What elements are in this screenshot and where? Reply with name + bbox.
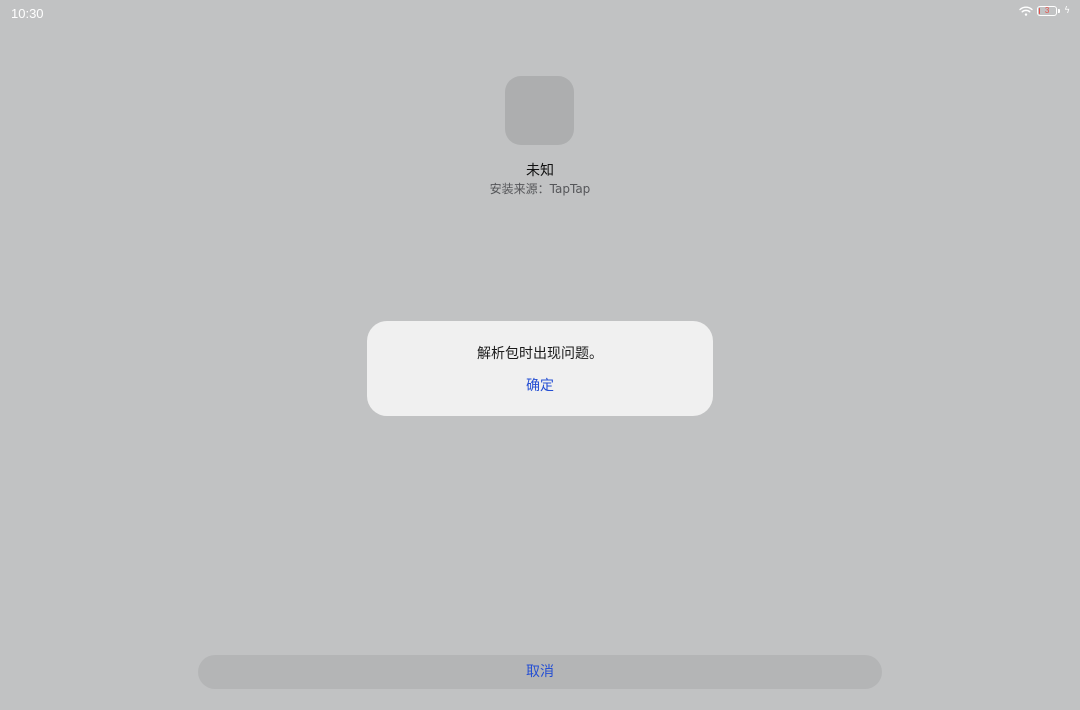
- status-icons: 3 ϟ: [1019, 6, 1070, 16]
- confirm-button[interactable]: 确定: [500, 374, 580, 398]
- charging-icon: ϟ: [1064, 6, 1070, 16]
- app-name: 未知: [526, 163, 554, 179]
- status-time: 10:30: [11, 6, 44, 21]
- dialog-message: 解析包时出现问题。: [477, 346, 603, 362]
- error-dialog: 解析包时出现问题。 确定: [367, 321, 713, 416]
- install-source: 安装来源：TapTap: [489, 182, 591, 196]
- app-placeholder-icon: [505, 76, 574, 145]
- battery-icon: 3: [1037, 6, 1061, 16]
- status-bar: 10:30 3 ϟ: [0, 0, 1080, 28]
- wifi-icon: [1019, 6, 1033, 16]
- cancel-button[interactable]: 取消: [198, 655, 882, 689]
- battery-level: 3: [1044, 6, 1050, 15]
